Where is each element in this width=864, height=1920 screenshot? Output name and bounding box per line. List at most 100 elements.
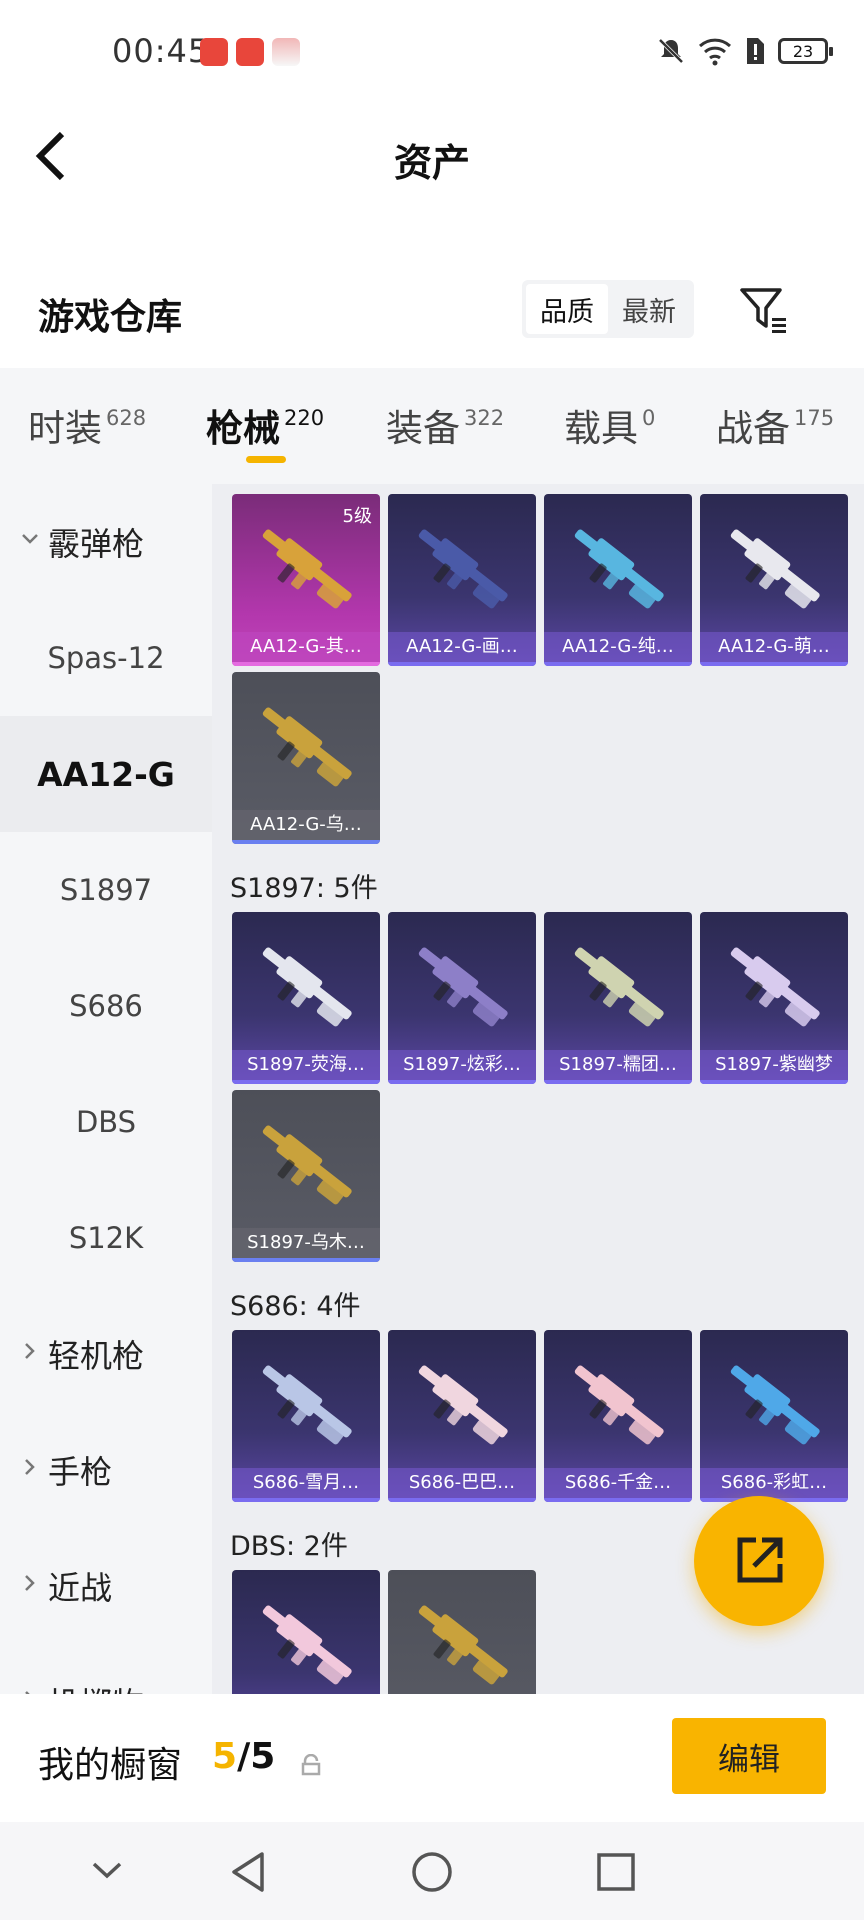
item-card[interactable]: 5级 AA12-G-其… — [232, 494, 380, 666]
status-time: 00:45 — [112, 32, 210, 70]
sidebar-item[interactable]: S12K — [0, 1180, 212, 1296]
share-icon — [737, 1537, 783, 1583]
tab-count: 175 — [794, 406, 835, 430]
item-name: S686-彩虹… — [700, 1468, 848, 1498]
item-name: S686-雪月… — [232, 1468, 380, 1498]
battery-level: 23 — [792, 41, 814, 61]
app-header: 资产 — [0, 104, 864, 214]
showcase-count: 5/5 — [212, 1736, 275, 1777]
sidebar-item[interactable]: 手枪 — [0, 1412, 212, 1528]
showcase-bar: 我的橱窗 5/5 编辑 — [0, 1694, 864, 1822]
weapon-image — [262, 1365, 352, 1445]
item-card[interactable]: S686-巴巴… — [388, 1330, 536, 1502]
system-nav-bar — [0, 1822, 864, 1920]
item-card[interactable]: AA12-G-画… — [388, 494, 536, 666]
weapon-image — [574, 529, 664, 609]
item-card[interactable]: S686-雪月… — [232, 1330, 380, 1502]
chevron-down-icon — [20, 529, 40, 555]
item-card[interactable]: AA12-G-萌… — [700, 494, 848, 666]
rarity-bar — [232, 1258, 380, 1262]
tab-guns[interactable]: 枪械 220 — [206, 398, 324, 452]
rarity-bar — [232, 1498, 380, 1502]
item-card[interactable]: AA12-G-纯… — [544, 494, 692, 666]
warehouse-bar: 游戏仓库 品质 最新 — [0, 268, 864, 368]
item-card[interactable]: S1897-紫幽梦 — [700, 912, 848, 1084]
weapon-image — [418, 1365, 508, 1445]
item-card[interactable]: S1897-乌木… — [232, 1090, 380, 1262]
chevron-right-icon — [20, 1573, 40, 1599]
tab-label: 载具 — [564, 407, 638, 450]
item-card[interactable] — [388, 1570, 536, 1694]
sidebar-item-label: 手枪 — [48, 1453, 113, 1491]
rarity-bar — [700, 662, 848, 666]
tab-fashion[interactable]: 时装 628 — [28, 398, 146, 452]
tab-vehicles[interactable]: 载具 0 — [564, 398, 655, 452]
weapon-image — [262, 707, 352, 787]
lock-icon — [301, 1754, 321, 1776]
nav-recents-icon[interactable] — [594, 1850, 638, 1894]
sidebar-item-label: DBS — [75, 1105, 137, 1139]
item-card[interactable]: S686-千金… — [544, 1330, 692, 1502]
item-name: AA12-G-画… — [388, 632, 536, 662]
rarity-bar — [232, 662, 380, 666]
tab-count: 0 — [642, 406, 656, 430]
sidebar-item[interactable]: S1897 — [0, 832, 212, 948]
tab-count: 628 — [106, 406, 147, 430]
share-button[interactable] — [694, 1496, 824, 1626]
status-bar: 00:45 23 — [0, 0, 864, 104]
item-name: S1897-荧海… — [232, 1050, 380, 1080]
sidebar-item[interactable]: S686 — [0, 948, 212, 1064]
sidebar-item-label: Spas-12 — [47, 641, 165, 675]
item-card[interactable]: S1897-炫彩… — [388, 912, 536, 1084]
item-card[interactable]: S1897-糯团… — [544, 912, 692, 1084]
edit-button[interactable]: 编辑 — [672, 1718, 826, 1794]
filter-icon[interactable] — [738, 284, 790, 336]
sidebar-item[interactable]: 轻机枪 — [0, 1296, 212, 1412]
item-card[interactable] — [232, 1570, 380, 1694]
sidebar-item-label: 霰弹枪 — [48, 525, 145, 563]
item-card[interactable]: S686-彩虹… — [700, 1330, 848, 1502]
tab-label: 战备 — [716, 407, 790, 450]
nav-back-icon[interactable] — [226, 1850, 270, 1894]
tab-equipment[interactable]: 装备 322 — [386, 398, 504, 452]
weapon-image — [418, 529, 508, 609]
rarity-bar — [388, 1498, 536, 1502]
item-card[interactable]: AA12-G-乌… — [232, 672, 380, 844]
battery-icon: 23 — [778, 38, 833, 64]
sort-newest-button[interactable]: 最新 — [608, 284, 690, 334]
item-name: S1897-炫彩… — [388, 1050, 536, 1080]
sidebar-item-label: AA12-G — [37, 754, 175, 794]
sidebar-item[interactable]: 霰弹枪 — [0, 484, 212, 600]
item-name: AA12-G-其… — [232, 632, 380, 662]
item-name: S1897-紫幽梦 — [700, 1050, 848, 1080]
rarity-bar — [388, 1080, 536, 1084]
sim-alert-icon — [747, 38, 764, 64]
sidebar-item[interactable]: DBS — [0, 1064, 212, 1180]
nav-home-icon[interactable] — [410, 1850, 454, 1894]
section-title: S1897: 5件 — [230, 873, 378, 904]
showcase-total: /5 — [237, 1736, 276, 1777]
sidebar-item[interactable]: 近战 — [0, 1528, 212, 1644]
sort-quality-button[interactable]: 品质 — [526, 284, 608, 334]
weapon-image — [574, 1365, 664, 1445]
category-tabs: 时装 628 枪械 220 装备 322 载具 0 战备 175 — [0, 368, 864, 484]
tab-count: 220 — [284, 406, 325, 430]
sidebar-item-label: 轻机枪 — [48, 1337, 145, 1375]
tab-supplies[interactable]: 战备 175 — [716, 398, 834, 452]
tab-label: 时装 — [28, 407, 102, 450]
chevron-right-icon — [20, 1341, 40, 1367]
tab-label: 枪械 — [206, 407, 280, 450]
rarity-bar — [544, 662, 692, 666]
item-card[interactable]: S1897-荧海… — [232, 912, 380, 1084]
sidebar-item-label: S12K — [68, 1221, 144, 1255]
item-level-badge: 5级 — [342, 506, 372, 527]
rarity-bar — [544, 1498, 692, 1502]
chevron-down-icon[interactable] — [90, 1850, 124, 1890]
weapon-image — [730, 1365, 820, 1445]
item-name: AA12-G-萌… — [700, 632, 848, 662]
warehouse-title: 游戏仓库 — [38, 297, 183, 338]
item-name: S1897-乌木… — [232, 1228, 380, 1258]
sidebar-item[interactable]: 投掷物 — [0, 1644, 212, 1694]
sidebar-item[interactable]: Spas-12 — [0, 600, 212, 716]
sidebar-item[interactable]: AA12-G — [0, 716, 212, 832]
